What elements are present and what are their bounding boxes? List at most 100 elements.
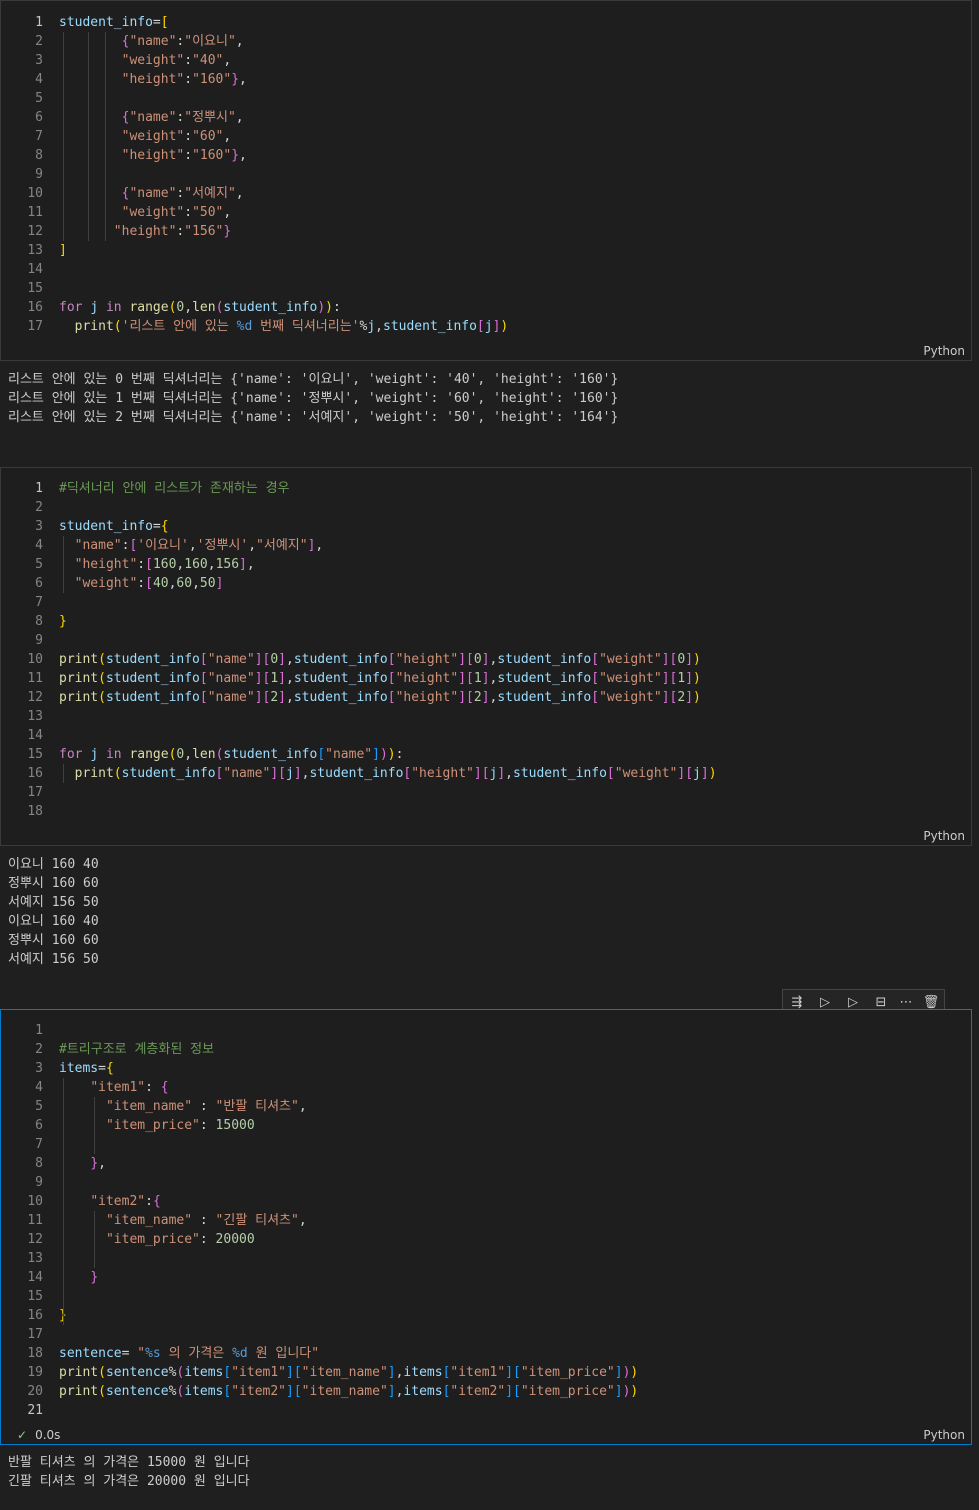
code-line[interactable]: 5 "height":[160,160,156], [1,555,971,574]
code-line[interactable]: 13 [1,1249,971,1268]
code-line[interactable]: 15 for j in range(0,len(student_info["nam… [1,745,971,764]
line-number: 14 [27,1270,43,1285]
code-line[interactable]: 18 [1,802,971,821]
code-line[interactable]: 12 "item_price": 20000 [1,1230,971,1249]
line-number: 3 [35,53,43,68]
code-line[interactable]: 4 "name":['이요니','정뿌시',"서예지"], [1,536,971,555]
code-line[interactable]: 17 [1,1325,971,1344]
code-line[interactable]: 14 [1,726,971,745]
code-line[interactable]: 16 for j in range(0,len(student_info)): [1,298,971,317]
code-line[interactable]: 5 "item_name" : "반팔 티셔츠", [1,1097,971,1116]
code-line[interactable]: 17 print('리스트 안에 있는 %d 번째 딕셔너리는'%j,stude… [1,317,971,336]
execution-status: ✓ 0.0s [17,1428,60,1442]
code-line[interactable]: 15 [1,1287,971,1306]
code-token: , [375,319,383,334]
code-line[interactable]: 13] [1,241,971,260]
code-line[interactable]: 16 print(student_info["name"][j],student… [1,764,971,783]
code-line[interactable]: 1 #딕셔너리 안에 리스트가 존재하는 경우 [1,479,971,498]
code-line[interactable]: 6 "item_price": 15000 [1,1116,971,1135]
code-line[interactable]: 7 [1,593,971,612]
line-number: 7 [35,129,43,144]
code-token: ] [685,652,694,667]
code-line[interactable]: 8 "height":"160"}, [1,146,971,165]
code-line[interactable]: 16} [1,1306,971,1325]
code-line[interactable]: 4 "height":"160"}, [1,70,971,89]
code-line[interactable]: 2 #트리구조로 계층화된 정보 [1,1040,971,1059]
code-token: j [90,300,99,315]
line-number: 8 [35,148,43,163]
line-number: 16 [27,300,43,315]
code-line[interactable]: 1 [1,1021,971,1040]
code-token: , [286,690,294,705]
code-token: "서예지" [184,186,236,201]
code-token: ] [278,671,286,686]
cell-language[interactable]: Python [923,829,965,843]
code-line[interactable]: 12 print(student_info["name"][2],student_… [1,688,971,707]
code-token: , [239,148,247,163]
code-token: items [403,1365,443,1380]
code-line[interactable]: 14 } [1,1268,971,1287]
code-line[interactable]: 3 "weight":"40", [1,51,971,70]
code-cell-1[interactable]: 1 student_info=[2 {"name":"이요니", 3 "weight… [0,0,972,361]
code-line[interactable]: 17 [1,783,971,802]
code-line[interactable]: 3 student_info={ [1,517,971,536]
code-line[interactable]: 9 [1,631,971,650]
code-line[interactable]: 7 [1,1135,971,1154]
cell-language[interactable]: Python [923,1428,965,1442]
code-line[interactable]: 9 [1,165,971,184]
code-line[interactable]: 9 [1,1173,971,1192]
code-line[interactable]: 11 print(student_info["name"][1],student_… [1,669,971,688]
code-token: "height" [395,652,459,667]
code-text: print('리스트 안에 있는 %d 번째 딕셔너리는'%j,student_… [59,317,509,336]
line-number: 9 [35,167,43,182]
code-line[interactable]: 18 sentence= "%s 의 가격은 %d 원 입니다" [1,1344,971,1363]
code-line[interactable]: 7 "weight":"60", [1,127,971,146]
code-token: j [286,766,294,781]
output-line: 긴팔 티셔츠 의 가격은 20000 원 입니다 [8,1474,250,1489]
code-text: "height":[160,160,156], [59,555,255,574]
code-line[interactable]: 20 print(sentence%(items["item2"]["item_n… [1,1382,971,1401]
line-number: 12 [27,690,43,705]
code-token: } [90,1156,99,1171]
line-number: 7 [35,595,43,610]
code-text: print(student_info["name"][j],student_in… [59,764,717,783]
check-icon: ✓ [17,1428,28,1442]
code-token: "height" [74,557,138,572]
code-line[interactable]: 11 "item_name" : "긴팔 티셔츠", [1,1211,971,1230]
code-text: for j in range(0,len(student_info)): [59,298,341,317]
code-token: } [231,148,240,163]
code-line[interactable]: 1 student_info=[ [1,13,971,32]
code-token: "이요니" [184,34,236,49]
line-number: 18 [27,804,43,819]
code-line[interactable]: 10 {"name":"서예지", [1,184,971,203]
code-line[interactable]: 5 [1,89,971,108]
code-cell-2[interactable]: 1 #딕셔너리 안에 리스트가 존재하는 경우 2 3 student_info={4 … [0,467,972,846]
code-token: = [152,519,161,534]
code-token: 50 [199,576,216,591]
cell-language[interactable]: Python [923,344,965,358]
code-line[interactable]: 8} [1,612,971,631]
code-line[interactable]: 15 [1,279,971,298]
code-line[interactable]: 11 "weight":"50", [1,203,971,222]
code-cell-3[interactable]: 1 2 #트리구조로 계층화된 정보 3 items={4 "item1": {5 "i… [0,1009,972,1445]
code-line[interactable]: 12 "height":"156"} [1,222,971,241]
code-line[interactable]: 3 items={ [1,1059,971,1078]
code-line[interactable]: 4 "item1": { [1,1078,971,1097]
code-token: "height" [121,72,185,87]
code-line[interactable]: 2 [1,498,971,517]
code-line[interactable]: 6 "weight":[40,60,50] [1,574,971,593]
code-line[interactable]: 13 [1,707,971,726]
code-line[interactable]: 10 "item2":{ [1,1192,971,1211]
code-line[interactable]: 2 {"name":"이요니", [1,32,971,51]
code-token: ) [708,766,717,781]
code-line[interactable]: 21 [1,1401,971,1420]
code-token: ( [98,671,106,686]
code-token: "name" [129,186,177,201]
code-line[interactable]: 10 print(student_info["name"][0],student_… [1,650,971,669]
code-token: %d [232,1346,248,1361]
code-line[interactable]: 6 {"name":"정뿌시", [1,108,971,127]
code-line[interactable]: 14 [1,260,971,279]
code-line[interactable]: 8 }, [1,1154,971,1173]
code-token: : [145,1080,161,1095]
code-line[interactable]: 19 print(sentence%(items["item1"]["item_n… [1,1363,971,1382]
